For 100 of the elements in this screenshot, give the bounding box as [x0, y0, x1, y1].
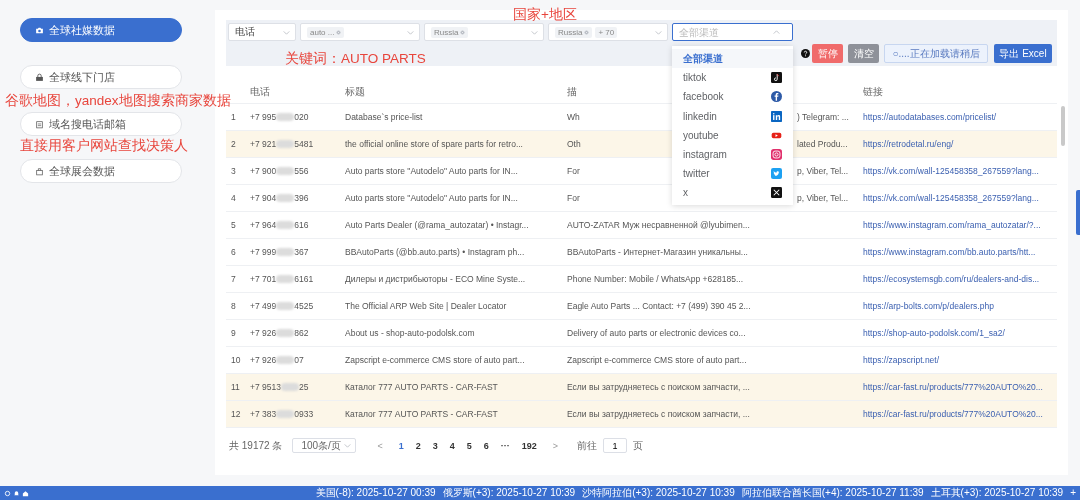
chevron-down-icon [343, 441, 353, 450]
page-size-select[interactable]: 100条/页 [292, 438, 357, 453]
dropdown-option[interactable]: youtube [672, 125, 793, 145]
dropdown-option[interactable]: tiktok [672, 68, 793, 88]
table-cell-text: Eagle Auto Parts ... Contact: +7 (499) 390 45 2... [567, 301, 752, 311]
page-button[interactable]: 5 [463, 440, 475, 451]
page-button[interactable]: 192 [518, 440, 540, 451]
dropdown-option[interactable]: instagram [672, 144, 793, 165]
table-cell: Wh [567, 112, 580, 122]
table-cell-text: BBAutoParts (@bb.auto.parts) • Instagram ph... [345, 247, 526, 257]
phone-text: +7 701 [250, 274, 277, 284]
row-number: 3 [230, 166, 237, 176]
camera-icon [35, 25, 44, 35]
clock-text: 阿拉伯联合酋长国(+4): 2025-10-27 11:39 [741, 486, 924, 500]
phone-text: 5481 [294, 139, 314, 149]
phone-text: 25 [298, 382, 309, 392]
phone-text: +7 926 [250, 328, 277, 338]
loading-button[interactable]: ○....正在加载请稍后 [884, 44, 988, 63]
link[interactable]: https://autodatabases.com/pricelist/ [863, 112, 1057, 122]
linkedin-icon [771, 110, 782, 122]
page-input[interactable]: 1 [603, 438, 628, 453]
dropdown-option[interactable]: facebook [672, 87, 793, 107]
link[interactable]: https://vk.com/wall-125458358_267559?lang... [863, 193, 1057, 203]
blurred-digits [276, 221, 295, 229]
select-field[interactable]: Russia + 70 [548, 23, 668, 41]
table-cell-text: lated Produ... [797, 139, 849, 149]
bag-icon [35, 166, 44, 176]
document-icon [35, 119, 44, 129]
link[interactable]: https://retrodetal.ru/eng/ [863, 139, 1057, 149]
page-button[interactable]: 2 [412, 440, 424, 451]
link[interactable]: https://car-fast.ru/products/777%20AUTO%20... [863, 382, 1057, 392]
link[interactable]: https://www.instagram.com/bb.auto.parts/htt... [863, 247, 1057, 257]
table-cell-text: ) Telegram: ... [797, 112, 850, 122]
page-button[interactable]: 3 [429, 440, 441, 451]
page-button[interactable]: 1 [395, 440, 407, 451]
sidebar-item[interactable]: 全球线下门店 [20, 65, 182, 89]
row-number: 1 [230, 112, 237, 122]
side-tab[interactable] [1076, 190, 1080, 235]
column-header: 链接 [863, 85, 883, 97]
link[interactable]: https://arp-bolts.com/p/dealers.php [863, 301, 1057, 311]
help-icon [801, 49, 810, 58]
dropdown-option[interactable]: linkedin [672, 106, 793, 126]
phone-text: +7 964 [250, 220, 277, 230]
row-number: 2 [230, 139, 237, 149]
table-cell-text: Phone Number: Mobile / WhatsApp +628185... [567, 274, 744, 284]
dropdown-option[interactable]: twitter [672, 164, 793, 184]
table-cell-text: the official online store of spare parts for retro... [345, 139, 524, 149]
select-field[interactable]: 电话 [228, 23, 296, 41]
phone-text: 07 [294, 355, 304, 365]
x-logo-icon [771, 187, 782, 199]
annotation-text: 谷歌地图，yandex地图搜索商家数据 [5, 92, 231, 110]
table-cell-text: Каталог 777 AUTO PARTS - CAR-FAST [345, 382, 499, 392]
phone-text: +7 999 [250, 247, 277, 257]
tag: Russia [431, 26, 469, 38]
link[interactable]: https://shop-auto-podolsk.com/1_sa2/ [863, 328, 1057, 338]
phone-text: +7 995 [250, 112, 277, 122]
add-button[interactable]: + [1070, 488, 1076, 498]
table-cell-text: BBAutoParts - Интернет-Магазин уникальны... [567, 247, 749, 257]
column-header: 描 [567, 85, 577, 97]
phone-text: +7 383 [250, 409, 277, 419]
scrollbar-thumb[interactable] [1061, 106, 1065, 146]
action-button[interactable]: 导出 Excel [994, 44, 1052, 63]
link[interactable]: https://www.instagram.com/rama_autozatar/?... [863, 220, 1057, 230]
phone-text: 6161 [294, 274, 314, 284]
phone-text: +7 9513 [250, 382, 281, 392]
link[interactable]: https://vk.com/wall-125458358_267559?lang... [863, 166, 1057, 176]
table-cell: For [567, 193, 580, 203]
page-button[interactable]: ··· [497, 440, 513, 451]
phone-text: 862 [294, 328, 309, 338]
link[interactable]: https://ecosystemsgb.com/ru/dealers-and-dis... [863, 274, 1057, 284]
phone-text: 0933 [294, 409, 314, 419]
table-cell-text: p, Viber, Tel... [797, 166, 850, 176]
select-field[interactable]: Russia [424, 23, 544, 41]
sidebar-item[interactable]: 全球展会数据 [20, 159, 182, 183]
sidebar-item[interactable]: 域名搜电话邮箱 [20, 112, 182, 136]
phone-text: +7 900 [250, 166, 277, 176]
link[interactable]: https://zapscript.net/ [863, 355, 1057, 365]
tag: Russia [555, 26, 593, 38]
annotation-text: 国家+地区 [513, 6, 577, 24]
dropdown-option[interactable]: 全部渠道 [672, 49, 793, 69]
gear-icon [4, 489, 11, 497]
page-unit: 页 [633, 438, 644, 453]
sidebar-item[interactable]: 全球社媒数据 [20, 18, 182, 42]
row-number: 5 [230, 220, 237, 230]
table-cell-text: p, Viber, Tel... [797, 193, 850, 203]
goto-label: 前往 [577, 438, 598, 453]
page-button[interactable]: 4 [446, 440, 458, 451]
blurred-digits [276, 167, 295, 175]
select-field[interactable]: auto ... [300, 23, 420, 41]
phone-text: 556 [294, 166, 309, 176]
page-button[interactable]: 6 [480, 440, 492, 451]
table-cell-text: Auto parts store "Autodelo" Auto parts for IN... [345, 166, 519, 176]
phone-text: +7 921 [250, 139, 277, 149]
table-cell-text: AUTO-ZATAR Муж несравненной @lyubimen... [567, 220, 751, 230]
row-number: 6 [230, 247, 237, 257]
table-cell-text: Auto parts store "Autodelo" Auto parts for IN... [345, 193, 519, 203]
phone-text: 4525 [294, 301, 314, 311]
home-icon [22, 489, 29, 497]
link[interactable]: https://car-fast.ru/products/777%20AUTO%20... [863, 409, 1057, 419]
column-header: 标题 [345, 85, 365, 97]
